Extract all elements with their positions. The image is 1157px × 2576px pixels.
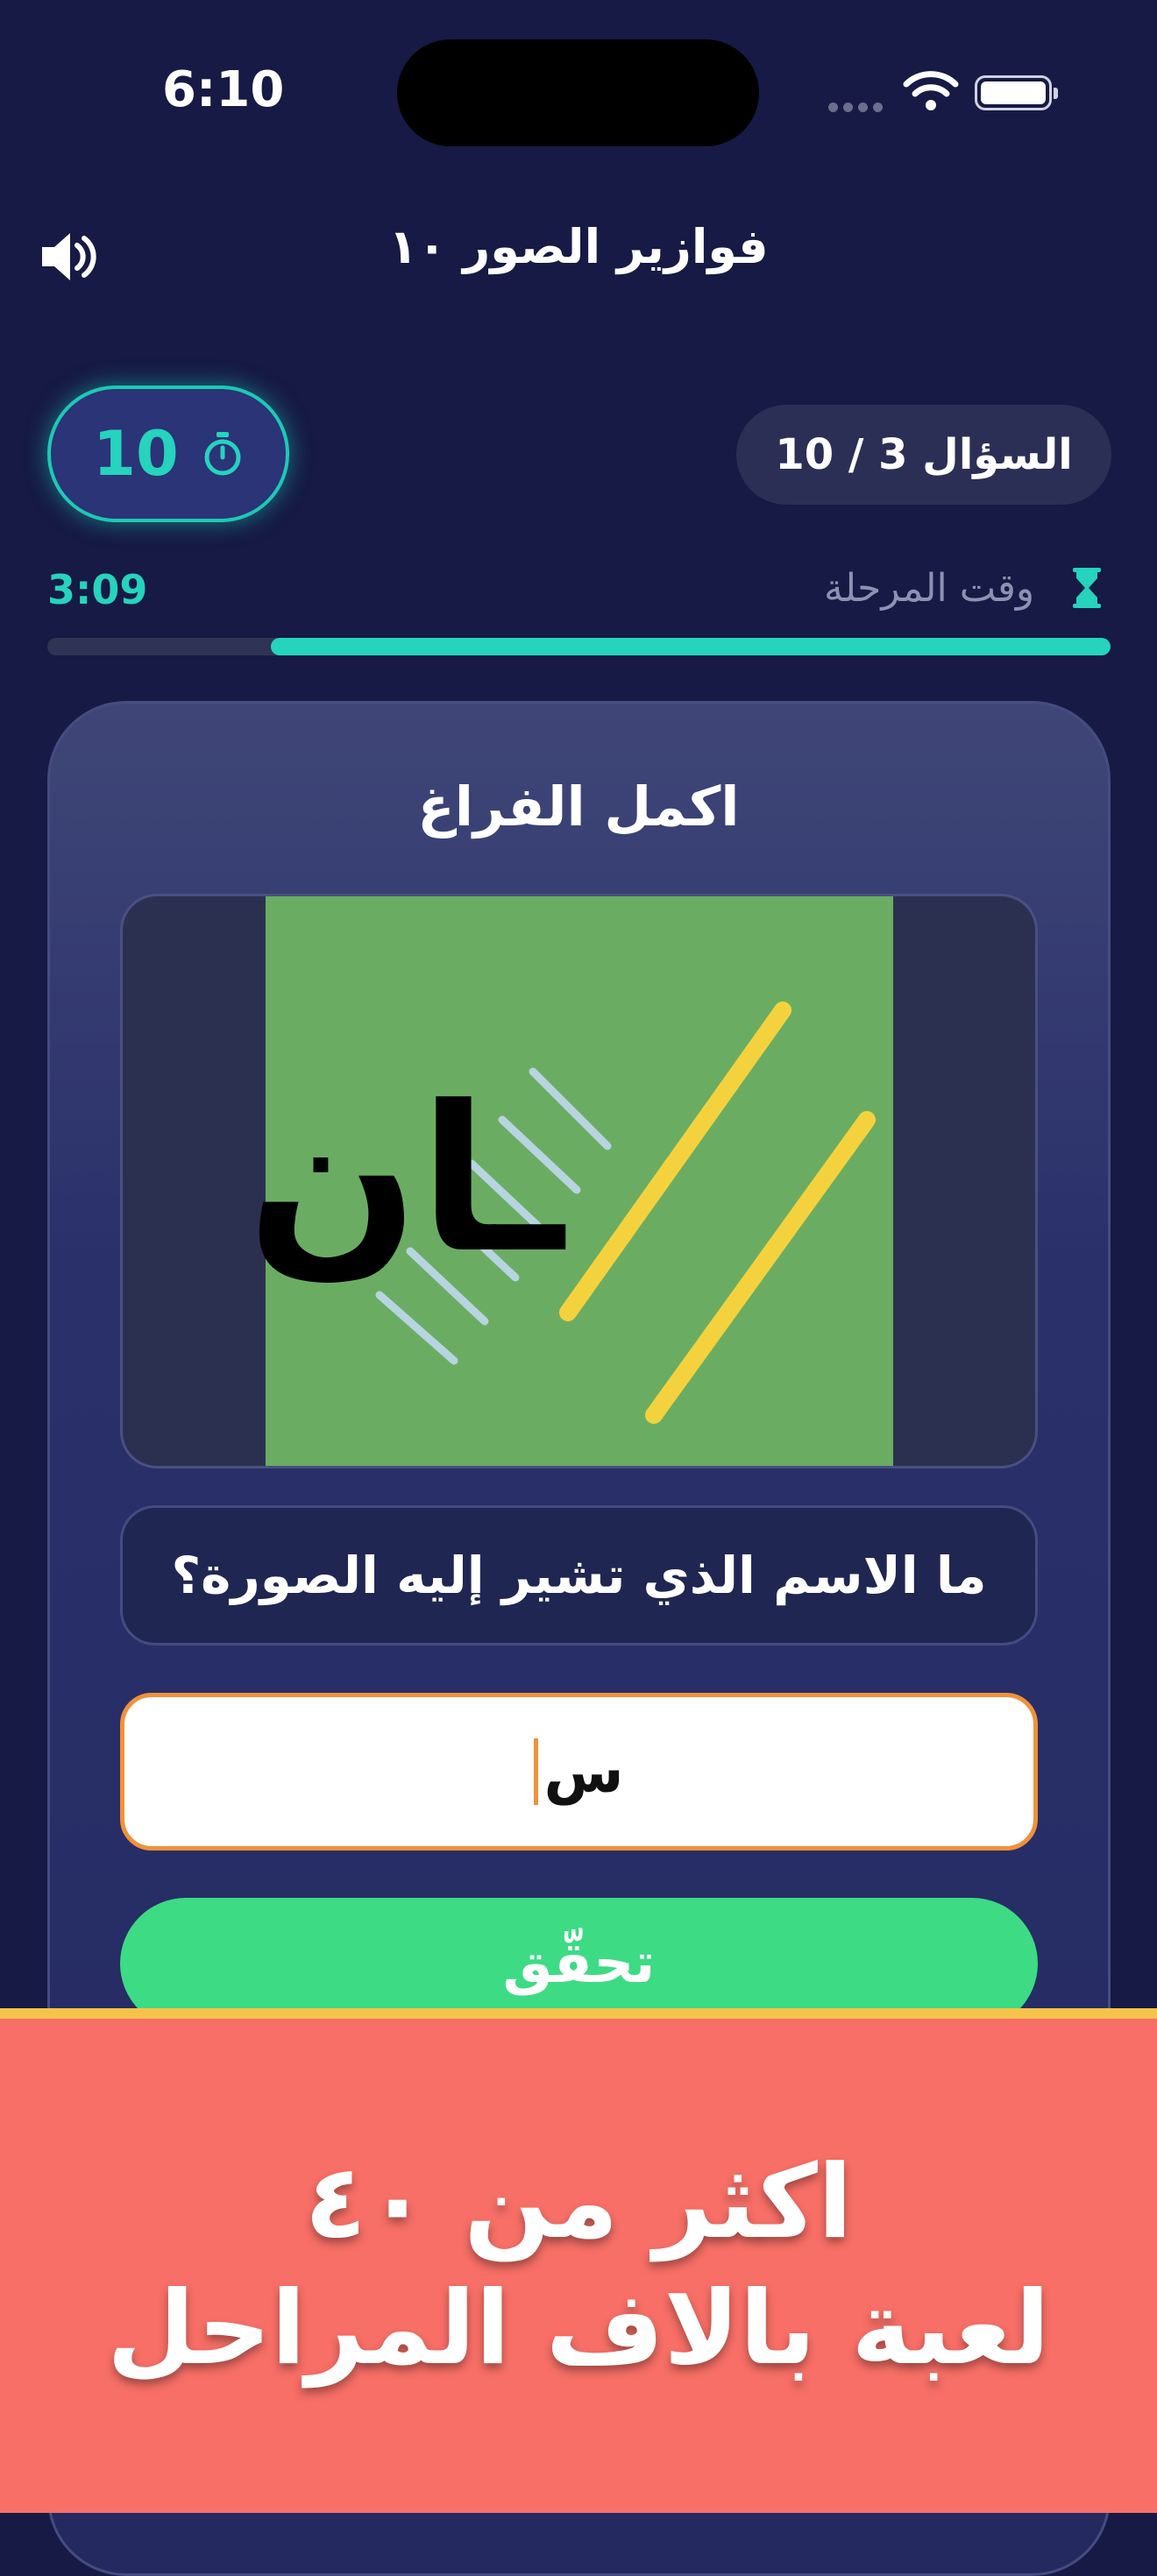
promo-line-2: لعبة بالاف المراحل	[107, 2269, 1050, 2388]
stage-progress-bar	[47, 638, 1111, 655]
cellular-signal-icon	[828, 99, 888, 112]
countdown-timer: 10	[47, 386, 289, 522]
puzzle-image-letters: ـان	[246, 1064, 564, 1298]
puzzle-image-frame: ـان	[120, 894, 1038, 1468]
answer-value: س	[543, 1737, 624, 1806]
answer-input[interactable]: س	[120, 1693, 1038, 1851]
puzzle-image: ـان	[246, 896, 893, 1466]
promo-line-1: اكثر من ٤٠	[304, 2143, 853, 2261]
question-type-title: اكمل الفراغ	[417, 775, 740, 839]
stage-time: 3:09	[47, 566, 148, 613]
stopwatch-icon	[204, 432, 241, 476]
question-counter: السؤال 3 / 10	[736, 405, 1111, 505]
question-prompt: ما الاسم الذي تشير إليه الصورة؟	[120, 1505, 1038, 1645]
stage-time-label: وقت المرحلة	[824, 566, 1035, 611]
page-title: فوازير الصور ١٠	[388, 219, 769, 274]
timer-count: 10	[93, 418, 179, 490]
wifi-icon	[903, 71, 959, 110]
stage-progress-fill	[270, 638, 1111, 655]
hourglass-icon	[1073, 568, 1101, 608]
status-time: 6:10	[162, 61, 285, 118]
battery-icon	[975, 75, 1058, 110]
text-caret	[534, 1738, 539, 1805]
dynamic-island	[397, 39, 759, 146]
